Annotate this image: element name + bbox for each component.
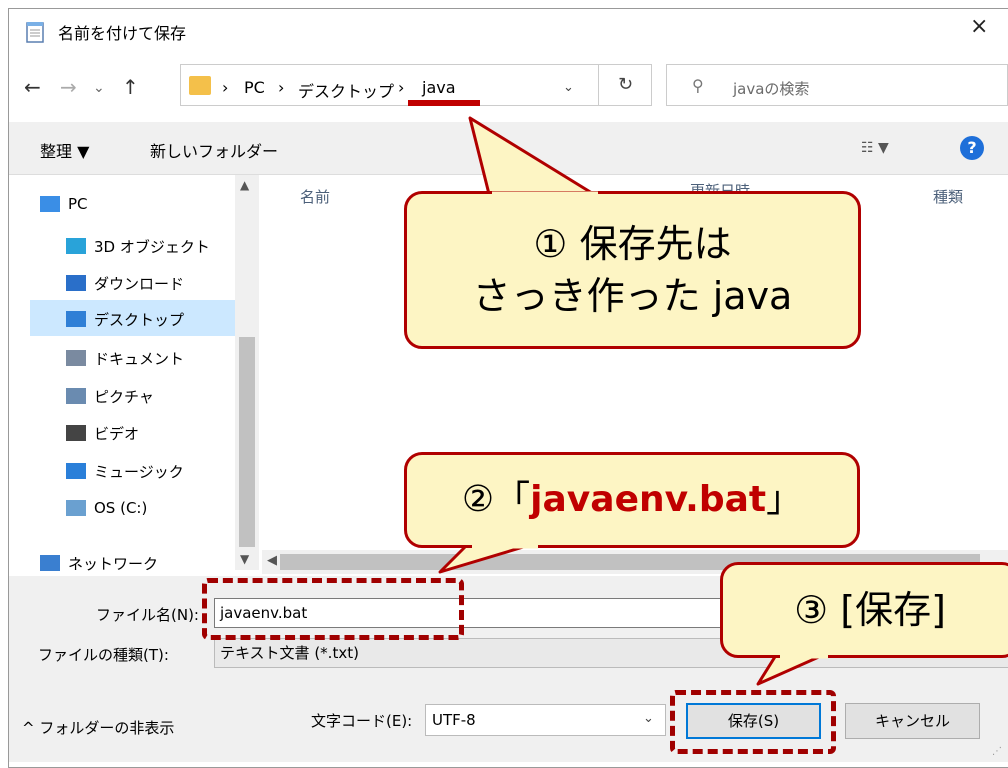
callout-save: ③ [保存]: [720, 562, 1008, 658]
callout-destination-line1: ① 保存先は: [533, 222, 732, 266]
callout-filename-suffix: 」: [766, 479, 803, 520]
callout-destination-line2: さっき作った java: [472, 274, 793, 318]
callout-filename: ②「javaenv.bat」: [404, 452, 860, 548]
callout-filename-prefix: ②「: [461, 479, 531, 520]
callout-destination: ① 保存先は さっき作った java: [404, 191, 861, 349]
callout-filename-name: javaenv.bat: [530, 479, 767, 520]
